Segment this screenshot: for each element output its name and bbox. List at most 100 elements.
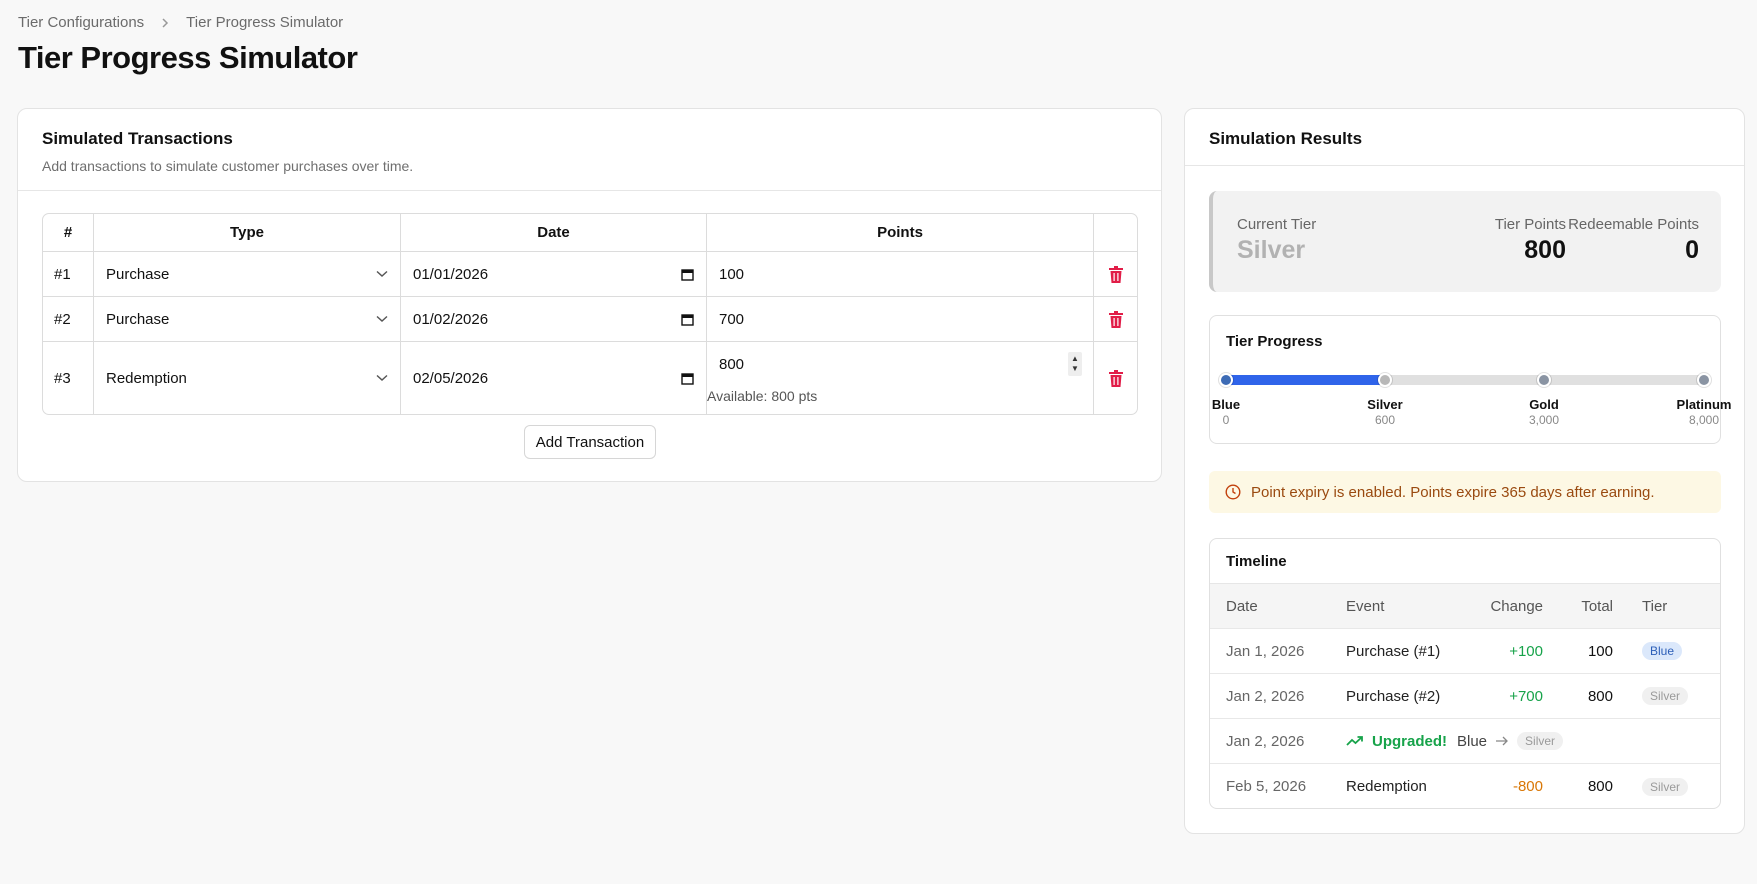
- date-input-value: 01/02/2026: [413, 310, 489, 328]
- date-input[interactable]: 02/05/2026: [400, 342, 706, 414]
- upgrade-indicator: Upgraded!: [1346, 733, 1447, 750]
- col-header-points: Points: [706, 214, 1093, 251]
- current-tier-value: Silver: [1237, 236, 1306, 264]
- available-points-hint: Available: 800 pts: [707, 388, 818, 404]
- delete-button[interactable]: [1093, 252, 1137, 296]
- date-input[interactable]: 01/01/2026: [400, 252, 706, 296]
- breadcrumb-current: Tier Progress Simulator: [186, 14, 344, 31]
- table-row: Jan 2, 2026 Upgraded! Blue Silver: [1210, 719, 1720, 764]
- trash-icon: [1108, 265, 1123, 283]
- timeline-date: Jan 2, 2026: [1226, 687, 1305, 705]
- chevron-down-icon: [376, 315, 388, 322]
- col-header-date: Date: [1226, 597, 1258, 615]
- col-header-change: Change: [1490, 597, 1543, 615]
- col-header-date: Date: [400, 214, 706, 251]
- timeline-upgrade-event: Upgraded! Blue Silver: [1346, 719, 1564, 763]
- points-input-value: 800: [719, 356, 745, 373]
- timeline-change: +100: [1509, 642, 1543, 660]
- type-select[interactable]: Purchase: [93, 297, 400, 341]
- delete-button[interactable]: [1093, 297, 1137, 341]
- date-input-value: 01/01/2026: [413, 265, 489, 283]
- breadcrumb-link-tier-configurations[interactable]: Tier Configurations: [18, 14, 144, 31]
- timeline-total: 800: [1587, 778, 1613, 795]
- tier-badge: Silver: [1642, 777, 1689, 796]
- tier-summary: Current Tier Silver Tier Points 800 Rede…: [1209, 191, 1721, 292]
- col-header-actions: [1093, 214, 1137, 251]
- transactions-table: # Type Date Points #1 Purchase 01/01/202…: [42, 213, 1138, 415]
- tier-threshold-blue: 0: [1222, 413, 1230, 427]
- col-header-type: Type: [93, 214, 400, 251]
- tier-marker-platinum: [1697, 373, 1711, 387]
- timeline-total: 100: [1587, 642, 1613, 660]
- type-select[interactable]: Purchase: [93, 252, 400, 296]
- tier-label-silver: Silver: [1367, 397, 1403, 412]
- expiry-notice: Point expiry is enabled. Points expire 3…: [1209, 471, 1721, 513]
- breadcrumb: Tier Configurations Tier Progress Simula…: [18, 14, 343, 31]
- table-row: Feb 5, 2026 Redemption -800 800 Silver: [1210, 764, 1720, 808]
- date-input[interactable]: 01/02/2026: [400, 297, 706, 341]
- timeline-tier-cell: Silver: [1642, 764, 1689, 808]
- table-row: Jan 2, 2026 Purchase (#2) +700 800 Silve…: [1210, 674, 1720, 719]
- current-tier-label: Current Tier: [1237, 216, 1317, 233]
- row-number: #3: [54, 369, 71, 387]
- table-row: #3 Redemption 02/05/2026 800 ▲ ▼ Availab…: [43, 341, 1137, 414]
- tier-marker-silver: [1378, 373, 1392, 387]
- transactions-title: Simulated Transactions: [42, 129, 233, 148]
- col-header-total: Total: [1581, 597, 1613, 615]
- points-input-value: 700: [719, 310, 745, 328]
- chevron-down-icon: [376, 270, 388, 277]
- tier-points-label: Tier Points: [1494, 216, 1566, 233]
- timeline-event: Purchase (#1): [1346, 642, 1441, 660]
- tier-points-value: 800: [1524, 236, 1566, 264]
- transactions-card: Simulated Transactions Add transactions …: [17, 108, 1162, 482]
- timeline-date: Jan 1, 2026: [1226, 642, 1305, 660]
- results-title: Simulation Results: [1209, 129, 1363, 148]
- redeemable-points-label: Redeemable Points: [1568, 216, 1699, 233]
- points-input[interactable]: 100: [706, 252, 1093, 296]
- timeline-title: Timeline: [1210, 539, 1720, 584]
- timeline-event: Purchase (#2): [1346, 687, 1441, 705]
- arrow-right-icon: [1496, 736, 1508, 746]
- calendar-icon[interactable]: [681, 268, 694, 281]
- timeline-date: Jan 2, 2026: [1226, 732, 1305, 750]
- chevron-right-icon: [160, 17, 170, 29]
- chevron-down-icon: [376, 374, 388, 381]
- calendar-icon[interactable]: [681, 313, 694, 326]
- delete-button[interactable]: [1093, 342, 1137, 414]
- timeline-change: +700: [1509, 687, 1543, 705]
- timeline: Timeline Date Event Change Total Tier Ja…: [1209, 538, 1721, 809]
- col-header-num: #: [63, 224, 73, 241]
- card-divider: [18, 190, 1161, 191]
- tier-threshold-silver: 600: [1374, 413, 1396, 427]
- stepper-down-icon[interactable]: ▼: [1071, 364, 1079, 374]
- table-header-row: # Type Date Points: [43, 214, 1137, 251]
- results-card: Simulation Results Current Tier Silver T…: [1184, 108, 1745, 834]
- tier-progress-title: Tier Progress: [1226, 333, 1323, 350]
- date-input-value: 02/05/2026: [413, 369, 489, 387]
- tier-progress: Tier Progress Blue 0 Silver 600 Gold 3,0…: [1209, 315, 1731, 444]
- transactions-description: Add transactions to simulate customer pu…: [42, 158, 414, 174]
- add-transaction-button[interactable]: Add Transaction: [524, 425, 656, 459]
- col-header-event: Event: [1346, 597, 1385, 615]
- clock-icon: [1225, 484, 1241, 500]
- number-stepper[interactable]: ▲ ▼: [1068, 352, 1082, 376]
- table-row: #1 Purchase 01/01/2026 100: [43, 251, 1137, 296]
- points-input[interactable]: 700: [706, 297, 1093, 341]
- timeline-tier-cell: Silver: [1642, 674, 1689, 718]
- trash-icon: [1108, 369, 1123, 387]
- type-select[interactable]: Redemption: [93, 342, 400, 414]
- row-number: #2: [54, 310, 71, 328]
- tier-marker-blue: [1219, 373, 1233, 387]
- card-divider: [1185, 165, 1744, 166]
- progress-fill: [1226, 375, 1386, 385]
- timeline-change: -800: [1512, 778, 1543, 795]
- redeemable-points-value: 0: [1685, 236, 1699, 264]
- points-input[interactable]: 800 ▲ ▼ Available: 800 pts: [706, 342, 1093, 414]
- expiry-notice-text: Point expiry is enabled. Points expire 3…: [1251, 483, 1655, 501]
- stepper-up-icon[interactable]: ▲: [1071, 354, 1079, 364]
- row-number: #1: [54, 265, 71, 283]
- tier-marker-gold: [1537, 373, 1551, 387]
- calendar-icon[interactable]: [681, 372, 694, 385]
- tier-badge: Blue: [1642, 642, 1683, 660]
- tier-threshold-platinum: 8,000: [1688, 413, 1720, 427]
